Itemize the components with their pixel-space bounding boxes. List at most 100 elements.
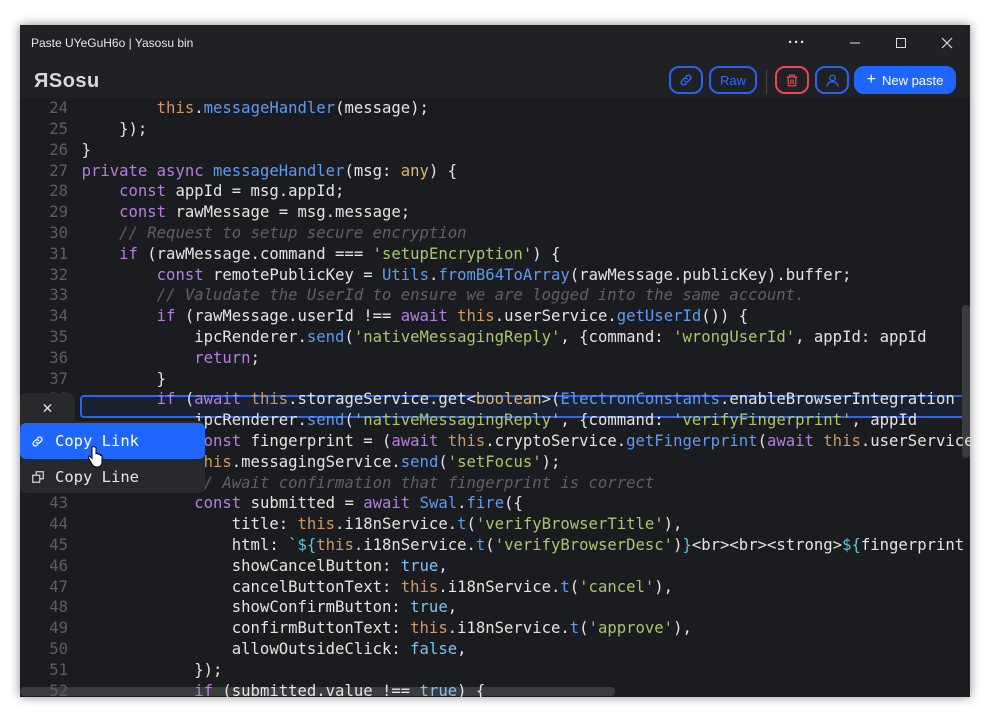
code-token: ipcRenderer.	[194, 328, 307, 346]
menu-item-copy-link[interactable]: Copy Link	[20, 423, 205, 459]
new-paste-label: New paste	[881, 72, 944, 88]
code-token: await	[363, 494, 420, 513]
code-token: .i18nService.	[447, 619, 570, 638]
code-token: );	[541, 452, 561, 471]
code-token: send	[400, 452, 439, 471]
code-token: , {command:	[560, 328, 674, 346]
code-token: this	[447, 432, 486, 450]
code-token: fingerprint = (	[250, 432, 392, 450]
code-line: 31 if (rawMessage.command === 'setupEncr…	[20, 244, 965, 265]
code-line: 25 });	[20, 119, 965, 140]
logo: ЯSosu	[34, 70, 100, 92]
code-token: this	[156, 99, 195, 118]
code-token: 'nativeMessagingReply'	[353, 411, 561, 430]
menu-item-copy-line[interactable]: Copy Line	[20, 459, 205, 495]
line-code: if (rawMessage.userId !== await this.use…	[44, 306, 749, 327]
code-line: 48 showConfirmButton: true,	[20, 597, 965, 618]
code-line: 45 html: `${this.i18nService.t('verifyBr…	[20, 535, 965, 556]
code-token: getFingerprint	[626, 432, 758, 450]
line-code: });	[44, 660, 222, 681]
code-token: await	[766, 432, 824, 450]
code-line: 26 }	[20, 140, 965, 161]
code-token: ${	[842, 536, 861, 554]
hand-cursor-icon	[88, 446, 103, 468]
code-token: send	[306, 328, 345, 346]
code-line: 36 return;	[20, 348, 965, 369]
code-token: ()) {	[701, 307, 749, 326]
ellipsis-icon: ···	[788, 34, 806, 51]
code-token: .	[457, 494, 467, 513]
code-token: true	[400, 556, 439, 575]
context-menu-close-button[interactable]: ✕	[20, 393, 75, 423]
code-token: Utils	[382, 265, 429, 284]
code-token: t	[569, 619, 580, 638]
code-editor[interactable]: 24 this.messageHandler(message); 25 }); 26…	[20, 98, 970, 697]
code-line: 37 }	[20, 369, 965, 390]
delete-button[interactable]	[775, 66, 809, 94]
code-token: ),	[673, 619, 692, 638]
line-code: if (submitted.value !== true) {	[44, 681, 485, 697]
code-token: , appId: appId	[795, 328, 927, 346]
line-code: // Request to setup secure encryption	[44, 223, 466, 244]
line-code: }	[44, 140, 91, 161]
window-title: Paste UYeGuH6o | Yasosu bin	[31, 36, 194, 50]
maximize-button[interactable]	[878, 25, 924, 60]
code-token: confirmButtonText:	[231, 619, 411, 638]
copy-link-button[interactable]	[669, 66, 703, 94]
code-token: // Valudate the UserId to ensure we are …	[156, 286, 805, 305]
code-line: 24 this.messageHandler(message);	[20, 98, 965, 119]
code-token: ,	[447, 598, 458, 617]
close-icon	[941, 37, 953, 48]
new-paste-button[interactable]: + New paste	[854, 66, 956, 94]
code-token: getUserId	[616, 307, 702, 326]
raw-button[interactable]: Raw	[709, 66, 757, 94]
user-icon	[825, 74, 839, 87]
code-token: submitted =	[250, 494, 364, 513]
minimize-icon	[850, 42, 860, 43]
code-token: (	[344, 411, 354, 430]
code-token: 'verifyBrowserTitle'	[475, 515, 664, 534]
code-token: title:	[231, 515, 298, 534]
code-token: .i18nService.	[335, 515, 458, 534]
line-code: const rawMessage = msg.message;	[44, 202, 410, 223]
code-token: html:	[231, 536, 289, 554]
app-header: ЯSosu Raw + New paste	[20, 60, 970, 98]
code-token: }	[682, 536, 692, 554]
code-token: false	[410, 640, 458, 658]
code-token: true	[410, 598, 448, 617]
code-token: (	[569, 577, 580, 596]
copy-icon	[31, 471, 44, 483]
code-line: 43 const submitted = await Swal.fire({	[20, 493, 965, 514]
code-token: 'wrongUserId'	[673, 328, 796, 346]
close-button[interactable]	[924, 25, 970, 60]
code-token: private async	[81, 161, 213, 180]
line-code: html: `${this.i18nService.t('verifyBrows…	[44, 535, 964, 556]
minimize-button[interactable]	[832, 25, 878, 60]
line-code: if (rawMessage.command === 'setupEncrypt…	[44, 244, 560, 265]
code-token: t	[560, 577, 570, 596]
code-token: fingerprint	[860, 536, 965, 554]
line-code: const remotePublicKey = Utils.fromB64ToA…	[44, 265, 852, 286]
code-token: (message);	[335, 99, 429, 118]
code-token: (	[438, 452, 448, 471]
code-token: any	[400, 161, 429, 180]
code-token: (rawMessage.userId !==	[184, 307, 401, 326]
code-token: (rawMessage.command ===	[147, 244, 373, 263]
line-code: const appId = msg.appId;	[44, 181, 344, 202]
code-token: 'approve'	[588, 619, 674, 638]
more-button[interactable]: ···	[774, 25, 820, 60]
code-token: , {command:	[560, 411, 674, 430]
code-token: (	[466, 515, 476, 534]
code-line: 32 const remotePublicKey = Utils.fromB64…	[20, 265, 965, 286]
line-code: title: this.i18nService.t('verifyBrowser…	[44, 514, 683, 535]
code-token: (	[485, 536, 495, 554]
link-icon	[680, 74, 692, 86]
code-token: const	[194, 494, 251, 513]
code-line: 50 allowOutsideClick: false,	[20, 639, 965, 660]
code-token: appId = msg.appId;	[175, 182, 345, 201]
user-button[interactable]	[815, 66, 849, 94]
code-token: messageHandler	[213, 161, 345, 180]
code-line: 46 showCancelButton: true,	[20, 556, 965, 577]
code-token: if	[119, 244, 148, 263]
title-bar: Paste UYeGuH6o | Yasosu bin ···	[20, 25, 970, 60]
